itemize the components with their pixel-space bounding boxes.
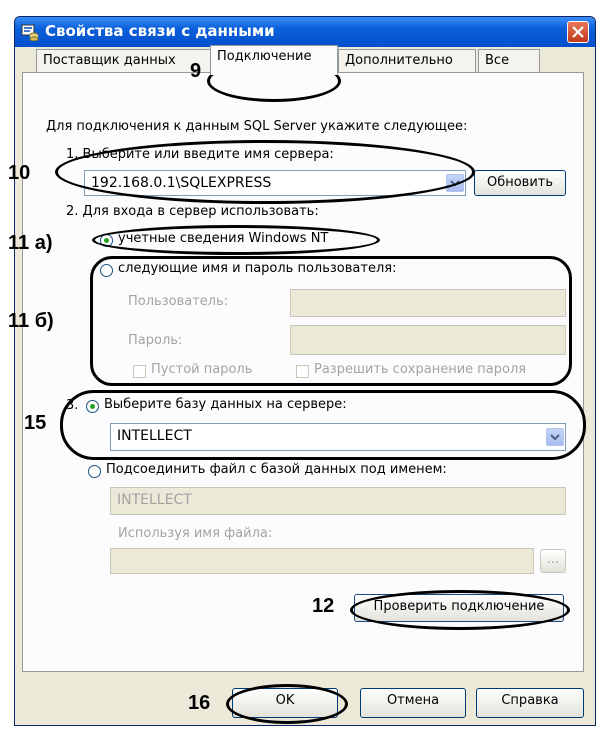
tab-advanced[interactable]: Дополнительно bbox=[338, 49, 476, 73]
window-title: Свойства связи с данными bbox=[45, 22, 275, 40]
help-button[interactable]: Справка bbox=[476, 688, 584, 718]
annotation-oval-server bbox=[55, 140, 475, 204]
refresh-button[interactable]: Обновить bbox=[474, 170, 566, 196]
annotation-step-10: 10 bbox=[8, 162, 31, 184]
tab-connection[interactable]: Подключение bbox=[210, 45, 338, 75]
cropped-heading bbox=[0, 0, 600, 16]
intro-text: Для подключения к данным SQL Server укаж… bbox=[46, 119, 468, 134]
tab-all[interactable]: Все bbox=[478, 49, 540, 73]
attach-file-name-field[interactable]: INTELLECT bbox=[110, 487, 566, 515]
cancel-button[interactable]: Отмена bbox=[360, 688, 466, 718]
data-link-icon bbox=[21, 23, 39, 42]
file-name-field[interactable] bbox=[110, 548, 534, 574]
annotation-step-11b: 11 б) bbox=[8, 310, 54, 332]
annotation-step-9: 9 bbox=[190, 60, 202, 82]
title-bar[interactable]: Свойства связи с данными bbox=[15, 17, 595, 47]
annotation-step-15: 15 bbox=[24, 412, 47, 434]
tab-provider[interactable]: Поставщик данных bbox=[36, 49, 212, 73]
attach-file-name-value: INTELLECT bbox=[117, 492, 192, 508]
annotation-oval-test-connection bbox=[350, 590, 570, 630]
attach-file-radio[interactable] bbox=[88, 465, 101, 478]
annotation-step-16: 16 bbox=[188, 692, 211, 714]
annotation-oval-ok bbox=[226, 684, 348, 724]
browse-button[interactable]: ... bbox=[540, 549, 566, 573]
annotation-step-11a: 11 а) bbox=[8, 232, 53, 254]
close-button[interactable] bbox=[567, 21, 589, 43]
close-icon bbox=[572, 26, 584, 38]
step2-label: 2. Для входа в сервер использовать: bbox=[66, 204, 319, 219]
annotation-step-12: 12 bbox=[312, 595, 335, 617]
attach-file-label: Подсоединить файл с базой данных под име… bbox=[106, 462, 447, 477]
annotation-oval-database bbox=[60, 390, 586, 460]
file-name-label: Используя имя файла: bbox=[118, 526, 273, 541]
annotation-oval-windows-nt bbox=[92, 225, 380, 255]
annotation-box-credentials bbox=[90, 256, 572, 386]
